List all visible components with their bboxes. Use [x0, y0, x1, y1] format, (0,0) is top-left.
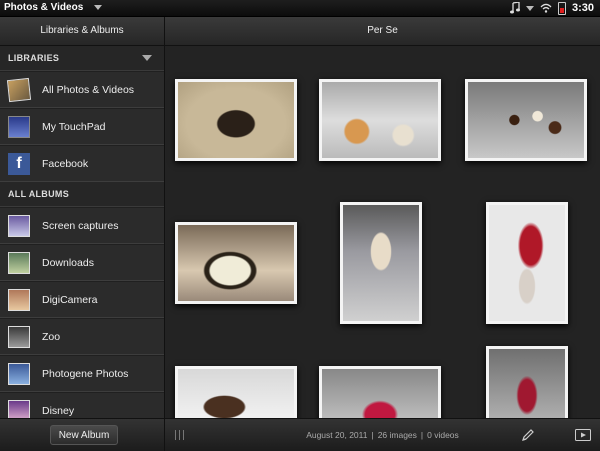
album-thumbnail [8, 362, 30, 385]
album-thumbnail [8, 288, 30, 311]
photo-thumbnail[interactable] [486, 202, 568, 324]
sidebar-item-photogene-photos[interactable]: Photogene Photos [0, 355, 164, 392]
photo-thumbnail[interactable] [465, 79, 587, 161]
photo-thumbnail[interactable] [340, 202, 422, 324]
clock: 3:30 [571, 2, 594, 14]
photo-grid[interactable] [165, 46, 600, 418]
sidebar-item-label: DigiCamera [42, 293, 98, 306]
sidebar-title: Libraries & Albums [40, 25, 124, 36]
app-menu[interactable]: Photos & Videos [4, 0, 103, 16]
sidebar-item-screen-captures[interactable]: Screen captures [0, 207, 164, 244]
battery-icon [557, 1, 566, 15]
sidebar-item-digicamera[interactable]: DigiCamera [0, 281, 164, 318]
sidebar-item-disney[interactable]: Disney [0, 392, 164, 418]
album-header: Per Se [165, 17, 600, 46]
photo-thumbnail[interactable] [319, 79, 441, 161]
album-date: August 20, 2011 [306, 430, 368, 440]
wifi-icon [540, 3, 552, 13]
libraries-heading: LIBRARIES [8, 53, 60, 63]
albums-section-header: ALL ALBUMS [0, 182, 164, 207]
photo-thumbnail[interactable] [175, 79, 297, 161]
image-count: 26 images [377, 430, 417, 440]
sidebar[interactable]: LIBRARIES All Photos & Videos My TouchPa… [0, 46, 165, 418]
facebook-icon: f [8, 152, 30, 175]
chevron-down-icon [525, 5, 534, 11]
touchpad-icon [8, 115, 30, 138]
albums-heading: ALL ALBUMS [8, 189, 69, 199]
sidebar-footer: New Album [0, 418, 165, 451]
chevron-down-icon [94, 4, 103, 10]
sidebar-header: Libraries & Albums [0, 17, 165, 46]
sidebar-item-downloads[interactable]: Downloads [0, 244, 164, 281]
system-tray[interactable]: 3:30 [509, 0, 594, 16]
photo-thumbnail[interactable] [175, 366, 297, 418]
pencil-icon[interactable] [521, 428, 535, 442]
sidebar-item-all-photos[interactable]: All Photos & Videos [0, 71, 164, 108]
photo-thumbnail[interactable] [319, 366, 441, 418]
video-count: 0 videos [427, 430, 459, 440]
sidebar-item-my-touchpad[interactable]: My TouchPad [0, 108, 164, 145]
photo-thumbnail[interactable] [175, 222, 297, 304]
music-note-icon [509, 2, 520, 14]
album-thumbnail [8, 251, 30, 274]
sidebar-item-label: All Photos & Videos [42, 83, 135, 96]
sidebar-item-facebook[interactable]: f Facebook [0, 145, 164, 182]
album-thumbnail [8, 325, 30, 348]
separator: | [371, 430, 374, 440]
album-footer: August 20, 2011 | 26 images | 0 videos [165, 418, 600, 451]
sidebar-item-label: Screen captures [42, 219, 119, 232]
status-bar: Photos & Videos 3:30 [0, 0, 600, 17]
separator: | [420, 430, 424, 440]
chevron-down-icon [142, 55, 152, 61]
app-menu-label: Photos & Videos [4, 2, 84, 13]
album-thumbnail [8, 214, 30, 237]
sidebar-item-label: Disney [42, 404, 75, 417]
sidebar-item-label: Photogene Photos [42, 367, 129, 380]
slideshow-icon[interactable] [575, 429, 591, 441]
new-album-button[interactable]: New Album [50, 425, 118, 445]
photo-thumbnail[interactable] [486, 346, 568, 418]
sidebar-item-label: Facebook [42, 157, 89, 170]
album-thumbnail [8, 399, 30, 418]
photos-stack-icon [6, 77, 32, 102]
sidebar-item-label: Zoo [42, 330, 61, 343]
libraries-section-header[interactable]: LIBRARIES [0, 46, 164, 71]
sidebar-item-label: My TouchPad [42, 120, 106, 133]
sidebar-item-label: Downloads [42, 256, 94, 269]
album-title: Per Se [367, 25, 398, 36]
sidebar-item-zoo[interactable]: Zoo [0, 318, 164, 355]
